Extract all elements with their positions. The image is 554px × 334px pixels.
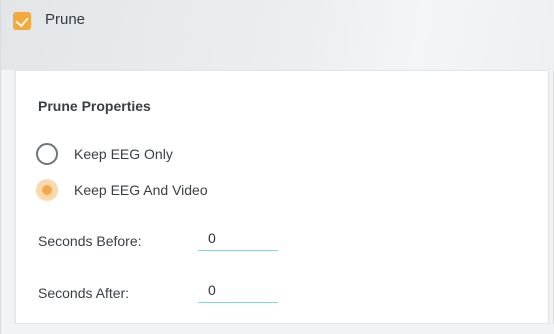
prune-properties-panel: Prune Properties Keep EEG Only Keep EEG … (15, 70, 549, 324)
title-bar: Prune (1, 0, 554, 70)
seconds-before-input[interactable] (198, 225, 278, 251)
seconds-after-label: Seconds After: (38, 285, 130, 301)
seconds-before-label: Seconds Before: (38, 233, 142, 249)
radio-unchecked-icon[interactable] (36, 143, 58, 165)
radio-checked-icon[interactable] (36, 179, 58, 201)
keep-eeg-only-label: Keep EEG Only (74, 146, 173, 162)
section-title: Prune Properties (38, 98, 151, 114)
keep-eeg-and-video-label: Keep EEG And Video (74, 182, 208, 198)
prune-dialog: Prune Prune Properties Keep EEG Only Kee… (0, 0, 554, 334)
keep-eeg-only-option[interactable]: Keep EEG Only (36, 141, 173, 167)
dialog-bottom-edge (1, 324, 554, 334)
prune-app-icon (13, 12, 31, 30)
seconds-after-input[interactable] (198, 277, 278, 303)
window-title: Prune (45, 11, 86, 28)
keep-eeg-and-video-option[interactable]: Keep EEG And Video (36, 177, 208, 203)
